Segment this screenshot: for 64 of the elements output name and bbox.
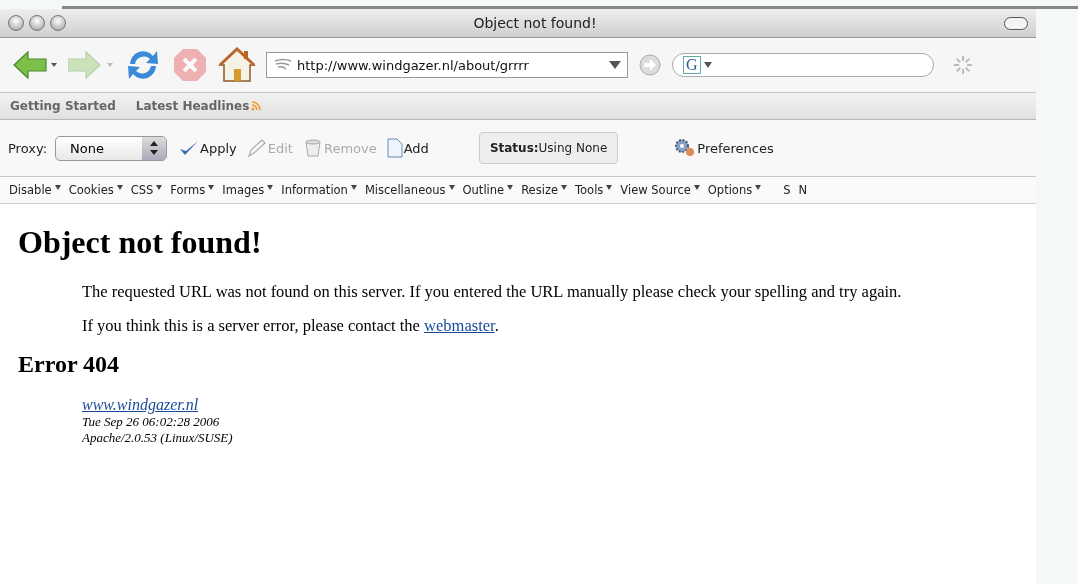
stepper-arrows-icon — [150, 141, 159, 155]
caret-icon — [156, 185, 163, 190]
contact-message: If you think this is a server error, please contact the webmaster. — [82, 317, 500, 335]
toolbar-menu[interactable]: Options — [704, 183, 765, 197]
caret-icon — [54, 185, 61, 190]
site-link[interactable]: www.windgazer.nl — [82, 396, 199, 414]
document-icon — [386, 138, 403, 158]
search-field[interactable]: G — [672, 53, 934, 77]
toolbar-menu[interactable]: CSS — [127, 183, 166, 197]
proxy-label: Proxy: — [8, 140, 48, 156]
toolbar-menu[interactable]: Resize — [518, 183, 570, 197]
caret-icon — [755, 185, 762, 190]
page-heading: Object not found! — [18, 224, 263, 261]
toolbar-menu[interactable]: Miscellaneous — [361, 183, 458, 197]
toolbar-toggle-button[interactable] — [1004, 16, 1028, 30]
dropdown-arrow-icon[interactable] — [609, 60, 621, 70]
caret-icon — [561, 185, 567, 190]
error-message: The requested URL was not found on this server. If you entered the URL manually please check your spelling and try again. — [82, 283, 903, 301]
go-icon[interactable] — [638, 53, 662, 77]
proxy-status: Status:Using None — [478, 132, 619, 164]
toolbar-menu[interactable]: Disable — [6, 183, 64, 197]
error-code-heading: Error 404 — [18, 351, 121, 378]
home-icon[interactable] — [218, 47, 256, 83]
back-arrow-icon[interactable] — [12, 48, 58, 82]
caret-icon — [448, 185, 455, 190]
apply-button[interactable]: Apply — [175, 138, 241, 158]
search-engine-icon[interactable]: G — [683, 56, 701, 74]
caret-icon — [606, 185, 613, 190]
caret-icon — [350, 185, 357, 190]
throbber-icon — [952, 54, 974, 76]
toolbar-menu[interactable]: Images — [219, 183, 277, 197]
toolbar-menu[interactable]: N — [795, 183, 811, 197]
add-button[interactable]: Add — [382, 136, 433, 160]
trash-icon — [302, 139, 323, 157]
caret-icon[interactable] — [703, 62, 712, 68]
preferences-button[interactable]: Preferences — [670, 136, 778, 160]
caret-icon — [208, 185, 215, 190]
toolbar-menu[interactable]: Outline — [459, 183, 517, 197]
site-icon — [273, 58, 293, 72]
window-title: Object not found! — [472, 15, 598, 31]
minimize-button[interactable] — [29, 15, 45, 31]
proxy-select[interactable]: None — [55, 135, 168, 161]
address-bar[interactable]: http://www.windgazer.nl/about/grrrr — [266, 52, 628, 78]
webmaster-link[interactable]: webmaster — [424, 316, 495, 335]
caret-icon — [116, 185, 123, 190]
caret-icon — [267, 185, 274, 190]
pencil-icon — [246, 139, 267, 157]
toolbar-menu[interactable]: Forms — [167, 183, 218, 197]
close-button[interactable] — [8, 15, 24, 31]
caret-icon — [693, 185, 700, 190]
bookmark-item[interactable]: Getting Started — [10, 99, 116, 113]
toolbar-menu[interactable]: S — [780, 183, 794, 197]
feed-icon — [251, 101, 262, 111]
toolbar-menu[interactable]: Tools — [572, 183, 616, 197]
caret-icon — [507, 185, 514, 190]
gear-icon — [674, 138, 697, 158]
bookmark-item[interactable]: Latest Headlines — [135, 99, 262, 113]
toolbar-menu[interactable]: Cookies — [65, 183, 126, 197]
zoom-button[interactable] — [50, 15, 66, 31]
server-info: Apache/2.0.53 (Linux/SUSE) — [82, 430, 233, 446]
toolbar-menu[interactable]: Information — [278, 183, 360, 197]
toolbar-menu[interactable]: View Source — [617, 183, 703, 197]
server-info: Tue Sep 26 06:02:28 2006 — [82, 414, 220, 430]
checkmark-icon — [179, 140, 200, 156]
